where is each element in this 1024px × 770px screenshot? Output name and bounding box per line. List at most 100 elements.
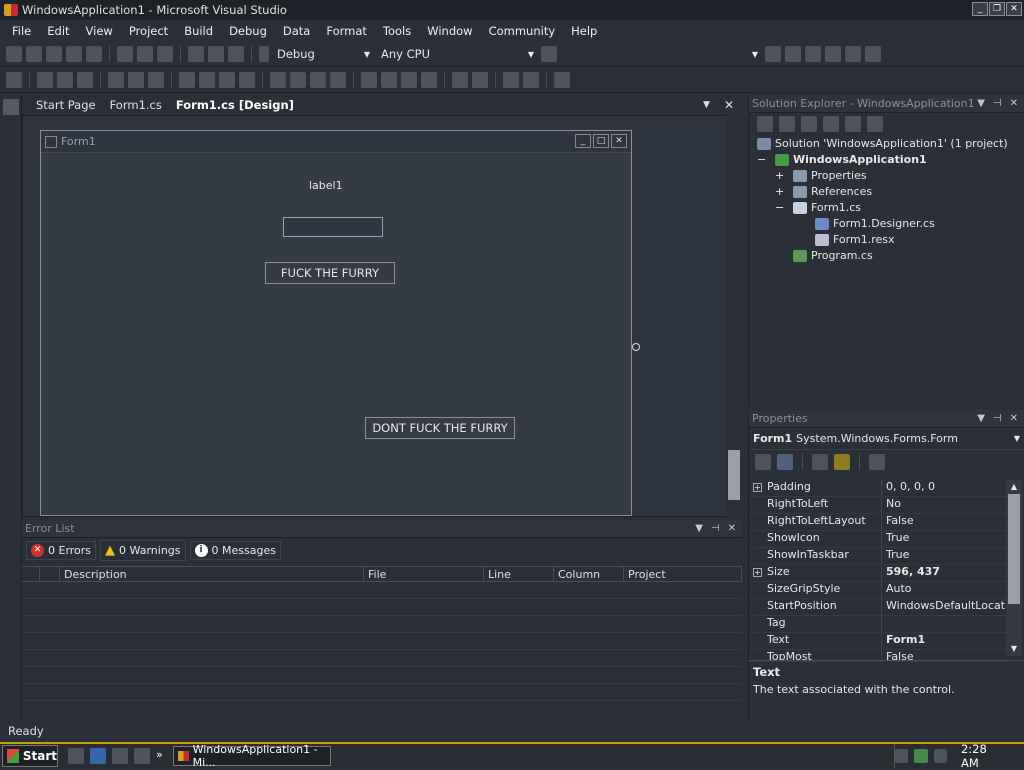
menu-debug[interactable]: Debug (221, 24, 275, 38)
tab-order-icon[interactable] (554, 72, 570, 88)
property-value[interactable]: True (881, 531, 1007, 547)
warnings-filter-button[interactable]: ▲ 0 Warnings (100, 539, 186, 561)
tab-form1-cs[interactable]: Form1.cs (110, 98, 162, 112)
find-combo[interactable]: ▼ (561, 45, 761, 63)
tab-dropdown-icon[interactable]: ▼ (703, 100, 710, 110)
menu-community[interactable]: Community (481, 24, 564, 38)
redo-icon[interactable] (208, 46, 224, 62)
search-icon[interactable] (134, 748, 150, 764)
align-tops-icon[interactable] (108, 72, 124, 88)
cut-icon[interactable] (117, 46, 133, 62)
tree-item-solution[interactable]: Solution 'WindowsApplication1' (1 projec… (757, 137, 1008, 150)
close-button[interactable]: ✕ (1006, 2, 1022, 16)
property-row[interactable]: StartPosition WindowsDefaultLocation (749, 599, 1007, 616)
menu-data[interactable]: Data (275, 24, 318, 38)
align-lefts-icon[interactable] (37, 72, 53, 88)
properties-icon[interactable] (757, 116, 773, 132)
restore-button[interactable]: ❐ (989, 2, 1005, 16)
close-icon[interactable]: ✕ (728, 523, 736, 534)
property-value[interactable]: Form1 (881, 633, 1007, 649)
expand-icon[interactable]: + (775, 185, 789, 198)
column-line[interactable]: Line (484, 567, 554, 581)
bring-to-front-icon[interactable] (503, 72, 519, 88)
view-class-diagram-icon[interactable] (867, 116, 883, 132)
tree-item-form1-cs[interactable]: − Form1.cs (775, 201, 861, 214)
resize-handle[interactable] (632, 343, 640, 351)
h-spacing-remove-icon[interactable] (330, 72, 346, 88)
start-button[interactable]: Start (2, 745, 58, 767)
v-spacing-decrease-icon[interactable] (401, 72, 417, 88)
tree-item-references[interactable]: + References (775, 185, 872, 198)
menu-build[interactable]: Build (176, 24, 221, 38)
align-to-grid-icon[interactable] (6, 72, 22, 88)
property-value[interactable]: True (881, 548, 1007, 564)
tree-item-properties[interactable]: + Properties (775, 169, 867, 182)
scrollbar-thumb[interactable] (1008, 494, 1020, 604)
desktop-icon[interactable] (68, 748, 84, 764)
column-file[interactable]: File (364, 567, 484, 581)
save-all-icon[interactable] (86, 46, 102, 62)
make-same-width-icon[interactable] (179, 72, 195, 88)
paste-icon[interactable] (157, 46, 173, 62)
object-selector[interactable]: Form1 System.Windows.Forms.Form ▼ (749, 428, 1024, 450)
collapse-icon[interactable]: − (775, 201, 789, 214)
property-grid-scrollbar[interactable]: ▲ ▼ (1006, 480, 1022, 656)
open-file-icon[interactable] (46, 46, 62, 62)
media-icon[interactable] (112, 748, 128, 764)
property-row[interactable]: Tag (749, 616, 1007, 633)
v-spacing-increase-icon[interactable] (381, 72, 397, 88)
tray-app-icon[interactable] (933, 749, 947, 763)
messages-filter-button[interactable]: i 0 Messages (189, 540, 281, 560)
collapse-icon[interactable]: − (757, 153, 771, 166)
dropdown-icon[interactable]: ▼ (977, 98, 985, 109)
align-centers-icon[interactable] (57, 72, 73, 88)
errors-filter-button[interactable]: ✕ 0 Errors (26, 540, 97, 560)
menu-file[interactable]: File (4, 24, 39, 38)
h-spacing-decrease-icon[interactable] (310, 72, 326, 88)
property-pages-icon[interactable] (869, 454, 885, 470)
categorized-icon[interactable] (755, 454, 771, 470)
h-spacing-increase-icon[interactable] (290, 72, 306, 88)
property-value[interactable]: 0, 0, 0, 0 (881, 480, 1007, 496)
refresh-icon[interactable] (801, 116, 817, 132)
security-icon[interactable] (914, 749, 928, 763)
property-value[interactable]: No (881, 497, 1007, 513)
start-debug-icon[interactable] (259, 46, 269, 62)
configuration-select[interactable]: Debug ▼ (273, 45, 373, 63)
network-icon[interactable] (895, 749, 909, 763)
tab-start-page[interactable]: Start Page (36, 98, 96, 112)
tree-item-program-cs[interactable]: Program.cs (793, 249, 873, 262)
show-all-files-icon[interactable] (779, 116, 795, 132)
pin-icon[interactable]: ⊣ (993, 98, 1002, 109)
internet-explorer-icon[interactable] (90, 748, 106, 764)
designer-scrollbar[interactable] (726, 115, 742, 517)
align-middles-icon[interactable] (128, 72, 144, 88)
property-value[interactable] (881, 616, 1007, 632)
property-row[interactable]: + Size 596, 437 (749, 565, 1007, 582)
menu-format[interactable]: Format (318, 24, 375, 38)
property-value[interactable]: WindowsDefaultLocation (881, 599, 1007, 615)
alphabetical-icon[interactable] (777, 454, 793, 470)
minimize-button[interactable]: _ (972, 2, 988, 16)
menu-help[interactable]: Help (563, 24, 605, 38)
textbox1[interactable] (283, 217, 383, 237)
platform-select[interactable]: Any CPU ▼ (377, 45, 537, 63)
button-fuck-the-furry[interactable]: FUCK THE FURRY (265, 262, 395, 284)
close-icon[interactable]: ✕ (1010, 413, 1018, 424)
size-to-grid-icon[interactable] (199, 72, 215, 88)
toolbox-icon[interactable] (825, 46, 841, 62)
menu-project[interactable]: Project (121, 24, 176, 38)
column-column[interactable]: Column (554, 567, 624, 581)
copy-icon[interactable] (137, 46, 153, 62)
object-browser-icon[interactable] (805, 46, 821, 62)
add-item-icon[interactable] (26, 46, 42, 62)
dropdown-icon[interactable]: ▼ (695, 523, 703, 534)
form1-window[interactable]: Form1 _ □ ✕ label1 FUCK THE FURRY DONT F… (40, 130, 632, 516)
v-spacing-equal-icon[interactable] (361, 72, 377, 88)
align-rights-icon[interactable] (77, 72, 93, 88)
pin-icon[interactable]: ⊣ (711, 523, 720, 534)
quick-launch-more-icon[interactable]: » (156, 748, 163, 764)
center-vertically-icon[interactable] (472, 72, 488, 88)
dropdown-icon[interactable]: ▼ (977, 413, 985, 424)
h-spacing-equal-icon[interactable] (270, 72, 286, 88)
